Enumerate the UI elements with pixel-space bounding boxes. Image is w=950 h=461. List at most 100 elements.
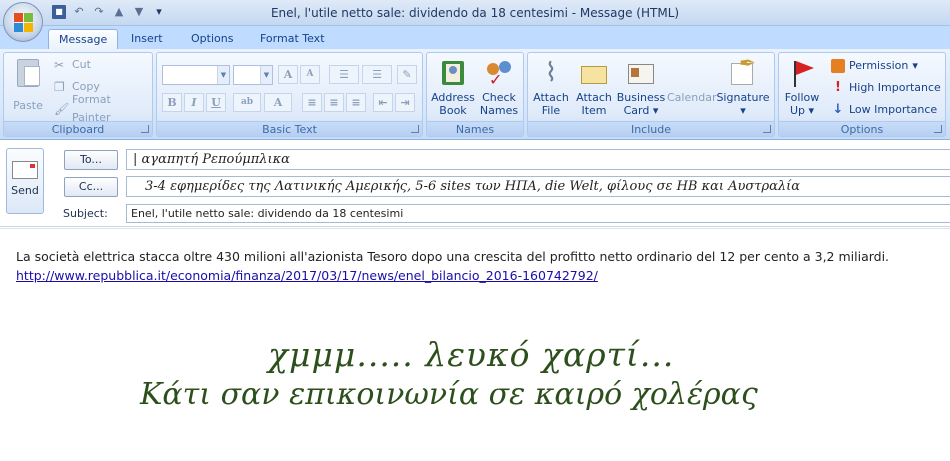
calendar-label: Calendar	[667, 91, 717, 104]
tab-message[interactable]: Message	[48, 29, 119, 49]
align-center-icon[interactable]: ≡	[324, 93, 344, 112]
font-color-icon[interactable]: A	[264, 93, 292, 112]
cut-button[interactable]: ✂ Cut	[54, 56, 91, 74]
permission-icon	[831, 59, 845, 73]
check-names-icon: ✓	[483, 57, 515, 89]
flag-icon	[786, 57, 818, 89]
font-size-combo[interactable]: ▼	[233, 65, 273, 85]
body-paragraph: La società elettrica stacca oltre 430 mi…	[16, 249, 890, 264]
paintbrush-icon: 🖌	[54, 102, 70, 116]
low-importance-button[interactable]: ↓ Low Importance	[831, 101, 938, 119]
calendar-icon	[675, 57, 707, 89]
clipboard-dialog-launcher-icon[interactable]	[141, 125, 149, 133]
exclamation-icon: !	[835, 80, 841, 95]
calendar-button[interactable]: Calendar	[667, 57, 717, 104]
down-arrow-icon: ↓	[832, 102, 844, 117]
signature-button[interactable]: ✒ Signature ▾	[716, 53, 770, 117]
check-names-button[interactable]: ✓ Check Names	[477, 57, 521, 117]
permission-label: Permission	[849, 59, 909, 72]
title-bar: ■ ↶ ↷ ▲ ▼ ▾ Enel, l'utile netto sale: di…	[0, 0, 950, 26]
bullets-icon[interactable]: ☰	[329, 65, 359, 84]
names-group-label: Names	[427, 121, 523, 136]
to-value: αγαπητή Ρεπούμπλικα	[141, 152, 290, 167]
check-names-label-1: Check	[482, 91, 516, 104]
chevron-down-icon[interactable]: ▾	[716, 104, 770, 117]
chevron-down-icon[interactable]: ▼	[217, 66, 229, 84]
follow-up-label-1: Follow	[784, 91, 820, 104]
increase-indent-icon[interactable]: ⇥	[395, 93, 415, 112]
handwritten-line-1: χμμμ..... λευκό χαρτί...	[268, 335, 675, 374]
tab-insert[interactable]: Insert	[121, 29, 173, 49]
attach-item-label-2: Item	[581, 104, 607, 117]
office-button[interactable]	[3, 2, 43, 42]
subject-field[interactable]: Enel, l'utile netto sale: dividendo da 1…	[126, 204, 950, 223]
address-book-label-1: Address	[431, 91, 475, 104]
basic-text-dialog-launcher-icon[interactable]	[411, 125, 419, 133]
business-card-icon	[625, 57, 657, 89]
attach-file-label-1: Attach	[533, 91, 569, 104]
bold-icon[interactable]: B	[162, 93, 182, 112]
article-link[interactable]: http://www.repubblica.it/economia/finanz…	[16, 268, 598, 283]
align-left-icon[interactable]: ≡	[302, 93, 322, 112]
permission-button[interactable]: Permission ▾	[831, 57, 918, 75]
high-importance-button[interactable]: ! High Importance	[831, 79, 941, 97]
send-label: Send	[11, 184, 39, 197]
paste-button[interactable]: Paste	[10, 57, 46, 112]
chevron-down-icon[interactable]: ▾	[912, 57, 918, 75]
tab-options[interactable]: Options	[181, 29, 243, 49]
handwritten-line-2: Κάτι σαν επικοινωνία σε καιρό χολέρας	[140, 377, 758, 412]
clipboard-group-label: Clipboard	[4, 121, 152, 136]
address-book-icon	[437, 57, 469, 89]
include-dialog-launcher-icon[interactable]	[763, 125, 771, 133]
attach-item-button[interactable]: Attach Item	[572, 57, 616, 117]
to-button[interactable]: To...	[64, 150, 118, 170]
shrink-font-icon[interactable]: A	[300, 65, 320, 84]
message-header: Send To... | αγαπητή Ρεπούμπλικα Cc... 3…	[0, 141, 950, 227]
low-importance-label: Low Importance	[849, 103, 938, 116]
decrease-indent-icon[interactable]: ⇤	[373, 93, 393, 112]
copy-icon: ❐	[54, 80, 65, 94]
attach-file-button[interactable]: ⌇ Attach File	[530, 57, 572, 117]
window-title: Enel, l'utile netto sale: dividendo da 1…	[270, 6, 680, 20]
send-button[interactable]: Send	[6, 148, 44, 214]
numbering-icon[interactable]: ☰	[362, 65, 392, 84]
include-group: ⌇ Attach File Attach Item Business Card …	[527, 52, 775, 137]
envelope-clip-icon	[578, 57, 610, 89]
business-card-label-1: Business	[616, 91, 666, 104]
paperclip-icon: ⌇	[544, 58, 558, 88]
business-card-label-2: Card ▾	[623, 104, 659, 117]
signature-label: Signature	[716, 91, 770, 104]
highlight-icon[interactable]: ab	[233, 93, 261, 112]
underline-icon[interactable]: U	[206, 93, 226, 112]
align-right-icon[interactable]: ≡	[346, 93, 366, 112]
address-book-button[interactable]: Address Book	[430, 57, 476, 117]
to-field[interactable]: | αγαπητή Ρεπούμπλικα	[126, 149, 950, 170]
ribbon: Paste ✂ Cut ❐ Copy 🖌 Format Painter Clip…	[0, 49, 950, 140]
attach-item-label-1: Attach	[576, 91, 612, 104]
cut-label: Cut	[72, 58, 91, 71]
styles-icon[interactable]: ✎	[397, 65, 417, 84]
office-logo-icon	[14, 13, 34, 33]
attach-file-label-2: File	[541, 104, 561, 117]
business-card-button[interactable]: Business Card ▾	[616, 57, 666, 117]
tab-format-text[interactable]: Format Text	[250, 29, 335, 49]
ribbon-tabs: Message Insert Options Format Text	[0, 26, 950, 49]
format-painter-button[interactable]: 🖌 Format Painter	[54, 93, 152, 124]
address-book-label-2: Book	[439, 104, 467, 117]
signature-pen-icon: ✒	[727, 53, 759, 89]
high-importance-label: High Importance	[849, 81, 941, 94]
cc-button[interactable]: Cc...	[64, 177, 118, 197]
check-names-label-2: Names	[479, 104, 519, 117]
include-group-label: Include	[528, 121, 774, 136]
options-dialog-launcher-icon[interactable]	[934, 125, 942, 133]
paste-icon	[12, 57, 44, 89]
cc-field[interactable]: 3-4 εφημερίδες της Λατινικής Αμερικής, 5…	[126, 176, 950, 197]
font-name-combo[interactable]: ▼	[162, 65, 230, 85]
italic-icon[interactable]: I	[184, 93, 204, 112]
message-body[interactable]: La società elettrica stacca oltre 430 mi…	[0, 228, 950, 461]
options-group: Follow Up ▾ Permission ▾ ! High Importan…	[778, 52, 946, 137]
chevron-down-icon[interactable]: ▼	[260, 66, 272, 84]
names-group: Address Book ✓ Check Names Names	[426, 52, 524, 137]
follow-up-button[interactable]: Follow Up ▾	[781, 57, 823, 117]
grow-font-icon[interactable]: A	[278, 65, 298, 84]
